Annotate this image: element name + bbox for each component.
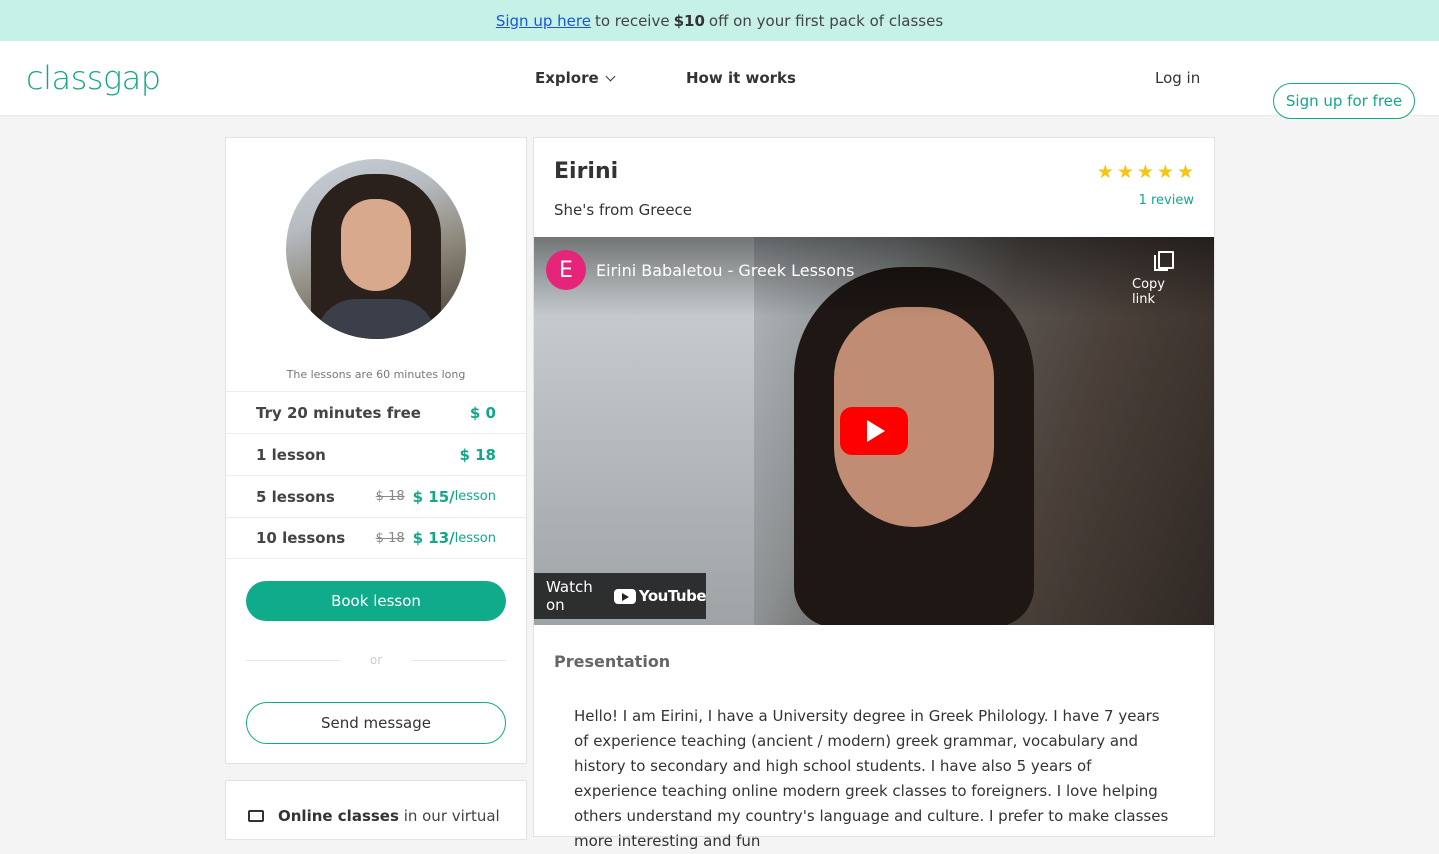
presentation-text: Hello! I am Eirini, I have a University … — [574, 707, 1169, 850]
star-icon: ★ — [1116, 161, 1134, 183]
youtube-video-player[interactable]: E Eirini Babaletou - Greek Lessons Copy … — [534, 237, 1214, 625]
online-classes-card: Online classes in our virtual — [225, 780, 527, 840]
login-link[interactable]: Log in — [1155, 69, 1200, 87]
price-value: $ 18 — [459, 445, 496, 464]
signup-button[interactable]: Sign up for free — [1273, 83, 1415, 119]
pricing-card: The lessons are 60 minutes long Try 20 m… — [225, 137, 527, 764]
price-label: 5 lessons — [256, 487, 335, 506]
teacher-origin: She's from Greece — [554, 201, 693, 219]
channel-avatar[interactable]: E — [546, 250, 586, 290]
explore-menu[interactable]: Explore — [535, 69, 616, 87]
signup-promo-link[interactable]: Sign up here — [496, 12, 591, 30]
price-unit: lesson — [454, 530, 496, 546]
price-label: Try 20 minutes free — [256, 403, 421, 422]
video-title[interactable]: Eirini Babaletou - Greek Lessons — [596, 261, 855, 280]
watch-on-youtube-button[interactable]: Watch on YouTube — [534, 573, 707, 619]
price-old: $ 18 — [375, 489, 405, 504]
how-it-works-link[interactable]: How it works — [686, 69, 796, 87]
promo-amount: $10 — [673, 11, 705, 30]
online-classes-bold: Online classes — [278, 807, 399, 825]
copy-link-button[interactable]: Copy link — [1132, 251, 1192, 307]
promo-banner: Sign up here to receive $10 off on your … — [0, 0, 1439, 41]
price-old: $ 18 — [375, 530, 405, 546]
price-row-5-pack[interactable]: 5 lessons $ 18 $ 15/ lesson — [226, 475, 526, 517]
classgap-logo[interactable]: classgap — [26, 59, 161, 97]
watch-on-label: Watch on — [546, 578, 593, 614]
or-divider: or — [246, 653, 506, 667]
price-list: Try 20 minutes free $ 0 1 lesson $ 18 5 … — [226, 391, 526, 559]
price-row-single[interactable]: 1 lesson $ 18 — [226, 433, 526, 475]
review-count-link[interactable]: 1 review — [1139, 193, 1194, 208]
promo-text-after: off on your first pack of classes — [708, 11, 944, 30]
play-icon[interactable] — [840, 407, 908, 455]
online-classes-row: Online classes in our virtual — [248, 807, 500, 825]
online-classes-rest: in our virtual — [403, 807, 500, 825]
youtube-play-icon — [613, 588, 636, 604]
copy-link-label: Copy link — [1132, 277, 1165, 307]
price-value: $ 13/ — [412, 529, 455, 547]
price-label: 1 lesson — [256, 445, 326, 464]
price-value: $ 0 — [469, 403, 496, 422]
lesson-length-note: The lessons are 60 minutes long — [286, 368, 466, 381]
price-unit: lesson — [454, 489, 496, 504]
book-lesson-button[interactable]: Book lesson — [246, 581, 506, 621]
price-label: 10 lessons — [256, 529, 346, 547]
star-icon: ★ — [1176, 161, 1194, 183]
price-row-10-pack[interactable]: 10 lessons $ 18 $ 13/ lesson — [226, 517, 526, 559]
youtube-wordmark: YouTube — [638, 587, 707, 605]
or-label: or — [369, 653, 383, 667]
send-message-button[interactable]: Send message — [246, 702, 506, 744]
promo-text-before: to receive — [594, 11, 670, 30]
star-icon: ★ — [1136, 161, 1154, 183]
star-icon: ★ — [1156, 161, 1174, 183]
star-icon: ★ — [1096, 161, 1114, 183]
top-navbar: classgap Explore How it works Log in Sig… — [0, 41, 1439, 119]
teacher-name: Eirini — [554, 159, 619, 184]
teacher-avatar — [286, 159, 466, 339]
price-value: $ 15/ — [412, 487, 455, 506]
rating-stars: ★ ★ ★ ★ ★ — [1097, 163, 1194, 182]
youtube-logo: YouTube — [613, 587, 707, 605]
laptop-icon — [248, 810, 264, 822]
explore-label: Explore — [535, 69, 599, 87]
presentation-heading: Presentation — [554, 652, 671, 671]
teacher-profile-card: Eirini She's from Greece ★ ★ ★ ★ ★ 1 rev… — [533, 137, 1215, 850]
chevron-down-icon — [605, 71, 616, 81]
copy-icon — [1154, 251, 1174, 271]
price-row-trial[interactable]: Try 20 minutes free $ 0 — [226, 391, 526, 433]
